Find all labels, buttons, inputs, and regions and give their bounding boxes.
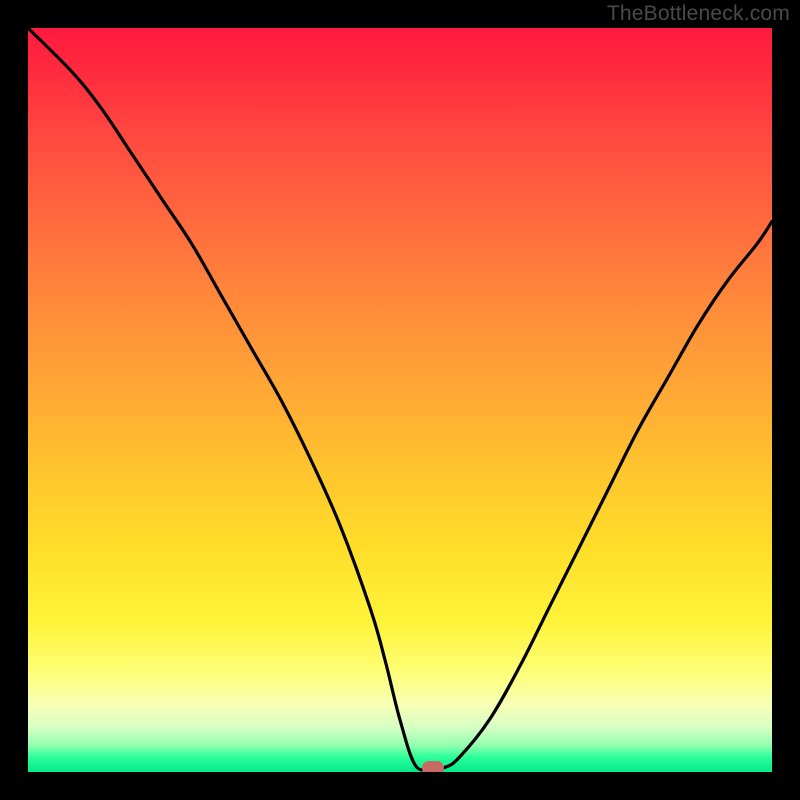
- bottleneck-curve: [28, 28, 772, 772]
- plot-area: [28, 28, 772, 772]
- chart-frame: TheBottleneck.com: [0, 0, 800, 800]
- watermark-text: TheBottleneck.com: [607, 2, 790, 26]
- optimal-point-marker: [422, 761, 444, 772]
